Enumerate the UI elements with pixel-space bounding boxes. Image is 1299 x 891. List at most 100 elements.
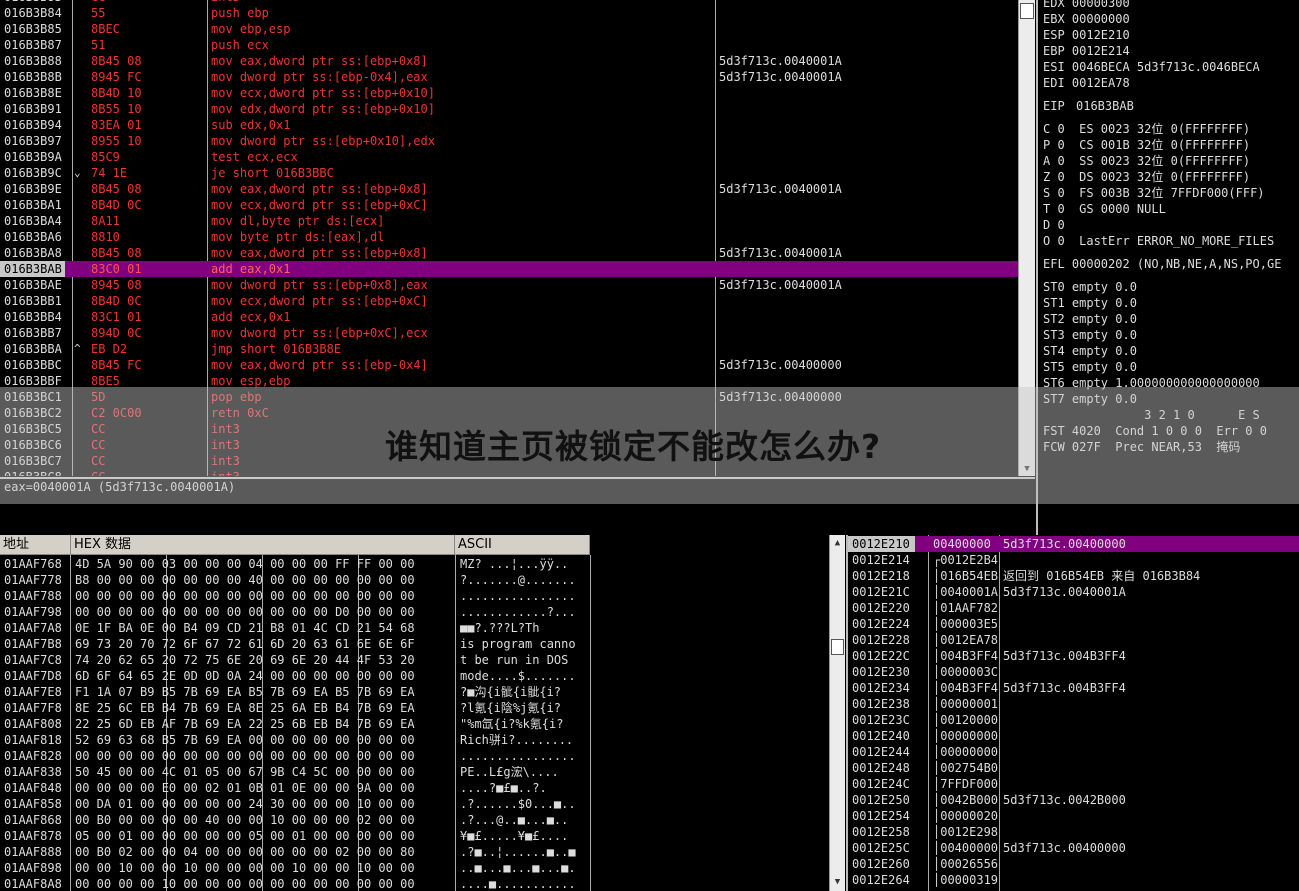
stack-row[interactable]: 0012E244 │00000000 (848, 744, 1299, 760)
stack-row[interactable]: 0012E220 │01AAF782 (848, 600, 1299, 616)
disasm-row[interactable]: 016B3B97 8955 10 mov dword ptr ss:[ebp+0x1… (0, 133, 1018, 149)
disasm-row[interactable]: 016B3B9A 85C9 test ecx,ecx (0, 149, 1018, 165)
stack-row[interactable]: 0012E240 │00000000 (848, 728, 1299, 744)
instruction-bytes: 8BEC (91, 22, 120, 36)
disasm-row[interactable]: 016B3BAE 8945 08 mov dword ptr ss:[ebp+0x8… (0, 277, 1018, 293)
register-line[interactable]: EDI 0012EA78 (1043, 75, 1130, 91)
column-header-hex[interactable]: HEX 数据 (71, 535, 455, 555)
dump-hex-bytes: 22 25 6D EB AF 7B 69 EA 22 25 6B EB B4 7… (75, 717, 415, 731)
stack-row[interactable]: 0012E264 │00000319 (848, 872, 1299, 888)
register-line[interactable]: P 0 CS 001B 32位 0(FFFFFFFF) (1043, 137, 1250, 153)
disasm-row[interactable]: 016B3BB1 8B4D 0C mov ecx,dword ptr ss:[ebp… (0, 293, 1018, 309)
scroll-down-arrow-icon[interactable]: ▼ (830, 877, 845, 887)
disasm-row[interactable]: 016B3B85 8BEC mov ebp,esp (0, 21, 1018, 37)
stack-comment: 5d3f713c.004B3FF4 (1003, 681, 1126, 695)
register-line[interactable]: ST5 empty 0.0 (1043, 359, 1137, 375)
register-line[interactable]: ESI 0046BECA 5d3f713c.0046BECA (1043, 59, 1260, 75)
stack-row[interactable]: 0012E248 │002754B0 (848, 760, 1299, 776)
stack-row[interactable]: 0012E24C │7FFDF000 (848, 776, 1299, 792)
dump-ascii: "%m氙{i?%k氪{i? (460, 717, 564, 731)
scroll-up-arrow-icon[interactable]: ▲ (830, 538, 845, 548)
instruction-bytes: 74 1E (91, 166, 128, 180)
stack-row[interactable]: 0012E21C │0040001A 5d3f713c.0040001A (848, 584, 1299, 600)
disasm-row[interactable]: 016B3BB4 83C1 01 add ecx,0x1 (0, 309, 1018, 325)
dump-hex-bytes: F1 1A 07 B9 B5 7B 69 EA B5 7B 69 EA B5 7… (75, 685, 415, 699)
stack-top-row[interactable]: 0012E210 00400000 5d3f713c.00400000 (848, 536, 1299, 552)
eip-value[interactable]: 016B3BAB (1076, 98, 1134, 114)
dump-address: 01AAF868 (4, 813, 62, 827)
instruction-address: 016B3B9A (4, 150, 62, 164)
dump-scrollbar[interactable]: ▲ ▼ (829, 535, 845, 891)
register-line[interactable]: S 0 FS 003B 32位 7FFDF000(FFF) (1043, 185, 1265, 201)
column-header-ascii[interactable]: ASCII (455, 535, 590, 555)
register-line[interactable]: D 0 (1043, 217, 1065, 233)
stack-row[interactable]: 0012E22C │004B3FF4 5d3f713c.004B3FF4 (848, 648, 1299, 664)
register-line[interactable]: ST0 empty 0.0 (1043, 279, 1137, 295)
register-line[interactable]: ST2 empty 0.0 (1043, 311, 1137, 327)
stack-row[interactable]: 0012E218 │016B54EB 返回到 016B54EB 来自 016B3B8… (848, 568, 1299, 584)
disasm-row[interactable]: 016B3BBC 8B45 FC mov eax,dword ptr ss:[ebp… (0, 357, 1018, 373)
stack-row[interactable]: 0012E214 ┌0012E2B4 (848, 552, 1299, 568)
stack-row[interactable]: 0012E230 │0000003C (848, 664, 1299, 680)
register-line[interactable]: EDX 00000300 (1043, 0, 1130, 11)
disasm-row[interactable]: 016B3BA8 8B45 08 mov eax,dword ptr ss:[ebp… (0, 245, 1018, 261)
instruction-comment: 5d3f713c.0040001A (719, 246, 842, 260)
disasm-row[interactable]: 016B3B8B 8945 FC mov dword ptr ss:[ebp-0x4… (0, 69, 1018, 85)
stack-row[interactable]: 0012E234 │004B3FF4 5d3f713c.004B3FF4 (848, 680, 1299, 696)
stack-row[interactable]: 0012E254 │00000020 (848, 808, 1299, 824)
instruction-address: 016B3B9E (4, 182, 62, 196)
stack-row[interactable]: 0012E238 │00000001 (848, 696, 1299, 712)
register-line[interactable]: T 0 GS 0000 NULL (1043, 201, 1166, 217)
stack-pane[interactable]: 0012E210 00400000 5d3f713c.00400000 0012E21… (846, 535, 1299, 891)
disasm-row[interactable]: 016B3BA1 8B4D 0C mov ecx,dword ptr ss:[ebp… (0, 197, 1018, 213)
disasm-row[interactable]: 016B3B9E 8B45 08 mov eax,dword ptr ss:[ebp… (0, 181, 1018, 197)
stack-row[interactable]: 0012E228 │0012EA78 (848, 632, 1299, 648)
disasm-row[interactable]: 016B3BB7 894D 0C mov dword ptr ss:[ebp+0xC… (0, 325, 1018, 341)
scrollbar-thumb[interactable] (831, 639, 844, 655)
stack-value: │7FFDF000 (933, 777, 999, 791)
disasm-row[interactable]: 016B3B9C ⌄ 74 1E je short 016B3BBC (0, 165, 1018, 181)
dump-ascii: .?...@..■...■.. (460, 813, 569, 827)
disasm-row[interactable]: 016B3B88 8B45 08 mov eax,dword ptr ss:[ebp… (0, 53, 1018, 69)
stack-row[interactable]: 0012E25C │00400000 5d3f713c.00400000 (848, 840, 1299, 856)
disasm-row[interactable]: 016B3B91 8B55 10 mov edx,dword ptr ss:[ebp… (0, 101, 1018, 117)
dump-address: 01AAF888 (4, 845, 62, 859)
disasm-row[interactable]: 016B3BBA ^ EB D2 jmp short 016B3B8E (0, 341, 1018, 357)
stack-row[interactable]: 0012E260 │00026556 (848, 856, 1299, 872)
stack-row[interactable]: 0012E23C │00120000 (848, 712, 1299, 728)
dump-address: 01AAF818 (4, 733, 62, 747)
register-line[interactable]: ST3 empty 0.0 (1043, 327, 1137, 343)
dump-address: 01AAF7E8 (4, 685, 62, 699)
register-line[interactable]: EBP 0012E214 (1043, 43, 1130, 59)
stack-address: 0012E240 (852, 729, 910, 743)
instruction-text: jmp short 016B3B8E (211, 342, 342, 356)
register-line[interactable]: ESP 0012E210 (1043, 27, 1130, 43)
register-line[interactable]: A 0 SS 0023 32位 0(FFFFFFFF) (1043, 153, 1250, 169)
stack-value: │00000001 (933, 697, 999, 711)
stack-row[interactable]: 0012E224 │000003E5 (848, 616, 1299, 632)
disasm-row[interactable]: 016B3BA6 8810 mov byte ptr ds:[eax],dl (0, 229, 1018, 245)
current-instruction-row[interactable]: 016B3BAB 83C0 01 add eax,0x1 (0, 261, 1018, 277)
register-line[interactable]: O 0 LastErr ERROR_NO_MORE_FILES (1043, 233, 1274, 249)
memory-dump-pane[interactable]: 地址 HEX 数据 ASCII 01AAF768 4D 5A 90 00 03 0… (0, 535, 845, 891)
disasm-row[interactable]: 016B3B94 83EA 01 sub edx,0x1 (0, 117, 1018, 133)
register-line[interactable]: ST4 empty 0.0 (1043, 343, 1137, 359)
disasm-row[interactable]: 016B3B8E 8B4D 10 mov ecx,dword ptr ss:[ebp… (0, 85, 1018, 101)
register-line[interactable]: Z 0 DS 0023 32位 0(FFFFFFFF) (1043, 169, 1250, 185)
jump-arrow-icon: ⌄ (74, 166, 81, 179)
scrollbar-thumb[interactable] (1020, 3, 1034, 19)
register-line[interactable]: EIP (1043, 98, 1072, 114)
disasm-row[interactable]: 016B3B84 55 push ebp (0, 5, 1018, 21)
register-line[interactable]: ST1 empty 0.0 (1043, 295, 1137, 311)
instruction-address: 016B3BB1 (4, 294, 62, 308)
register-line[interactable]: C 0 ES 0023 32位 0(FFFFFFFF) (1043, 121, 1250, 137)
disasm-row[interactable]: 016B3BA4 8A11 mov dl,byte ptr ds:[ecx] (0, 213, 1018, 229)
register-line[interactable]: EFL 00000202 (NO,NB,NE,A,NS,PO,GE (1043, 256, 1281, 272)
stack-row[interactable]: 0012E250 │0042B000 5d3f713c.0042B000 (848, 792, 1299, 808)
register-line[interactable]: EBX 00000000 (1043, 11, 1130, 27)
dump-hex-bytes: 52 69 63 68 B5 7B 69 EA 00 00 00 00 00 0… (75, 733, 415, 747)
disasm-row[interactable]: 016B3B87 51 push ecx (0, 37, 1018, 53)
column-header-address[interactable]: 地址 (0, 535, 71, 555)
stack-value: │00120000 (933, 713, 999, 727)
stack-row[interactable]: 0012E258 │0012E298 (848, 824, 1299, 840)
